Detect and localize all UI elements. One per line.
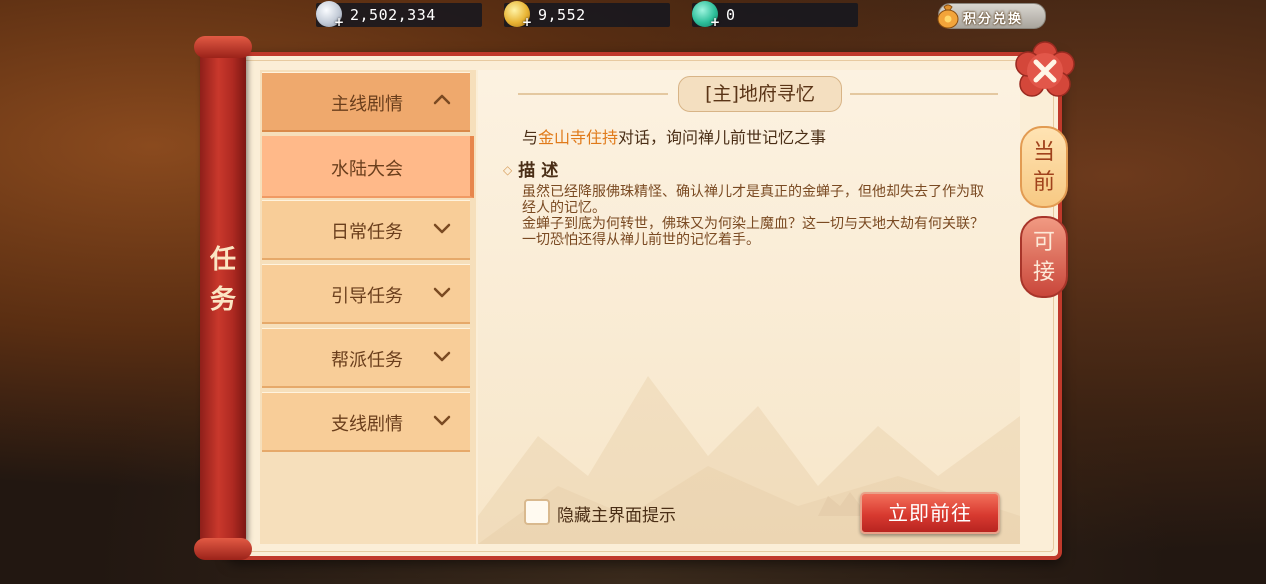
sidebar-title: 任 务 bbox=[209, 245, 236, 315]
description-paragraph: 金蝉子到底为何转世，佛珠又为何染上魔血？这一切与天地大劫有何关联？一切恐怕还得从… bbox=[522, 216, 984, 248]
quest-goal: 与金山寺住持对话，询问禅儿前世记忆之事 bbox=[522, 128, 827, 147]
task-sidebar-scroll: 任 务 bbox=[194, 36, 252, 560]
subcategory-selected[interactable]: 水陆大会 bbox=[262, 136, 474, 198]
tab-current[interactable]: 当前 bbox=[1020, 126, 1068, 208]
add-gold-icon[interactable]: + bbox=[522, 15, 532, 29]
chevron-down-icon bbox=[433, 223, 451, 234]
close-icon[interactable] bbox=[1014, 40, 1076, 102]
jade-currency: + 0 bbox=[692, 1, 858, 29]
category-guide[interactable]: 引导任务 bbox=[262, 264, 470, 324]
diamond-icon: ◇ bbox=[503, 163, 513, 177]
add-silver-icon[interactable]: + bbox=[334, 15, 344, 29]
hide-hint-label: 隐藏主界面提示 bbox=[557, 506, 676, 526]
description-heading: ◇ 描述 bbox=[503, 161, 565, 181]
chevron-up-icon bbox=[433, 94, 451, 105]
hide-hint-checkbox[interactable] bbox=[524, 499, 550, 525]
category-main-story[interactable]: 主线剧情 bbox=[262, 72, 470, 132]
quest-npc-link[interactable]: 金山寺住持 bbox=[538, 128, 618, 147]
quest-title: [主]地府寻忆 bbox=[678, 76, 842, 112]
chevron-down-icon bbox=[433, 287, 451, 298]
money-bag-icon bbox=[937, 4, 959, 29]
add-jade-icon[interactable]: + bbox=[710, 15, 720, 29]
chevron-down-icon bbox=[433, 415, 451, 426]
gold-currency: + 9,552 bbox=[504, 1, 670, 29]
description-paragraph: 虽然已经降服佛珠精怪、确认禅儿才是真正的金蝉子，但他却失去了作为取经人的记忆。 bbox=[522, 184, 984, 216]
silver-amount: 2,502,334 bbox=[350, 6, 436, 24]
category-guild[interactable]: 帮派任务 bbox=[262, 328, 470, 388]
subcategory-label: 水陆大会 bbox=[331, 159, 403, 180]
tab-available[interactable]: 可接 bbox=[1020, 216, 1068, 298]
go-now-button[interactable]: 立即前往 bbox=[860, 492, 1000, 534]
exchange-label: 积分兑换 bbox=[963, 12, 1024, 27]
category-side-story[interactable]: 支线剧情 bbox=[262, 392, 470, 452]
points-exchange-button[interactable]: 积分兑换 bbox=[937, 3, 1046, 29]
jade-amount: 0 bbox=[726, 6, 736, 24]
gold-amount: 9,552 bbox=[538, 6, 586, 24]
silver-currency: + 2,502,334 bbox=[316, 1, 482, 29]
quest-title-bar: [主]地府寻忆 bbox=[518, 76, 998, 112]
quest-description: 虽然已经降服佛珠精怪、确认禅儿才是真正的金蝉子，但他却失去了作为取经人的记忆。 … bbox=[522, 184, 996, 248]
chevron-down-icon bbox=[433, 351, 451, 362]
category-daily[interactable]: 日常任务 bbox=[262, 200, 470, 260]
